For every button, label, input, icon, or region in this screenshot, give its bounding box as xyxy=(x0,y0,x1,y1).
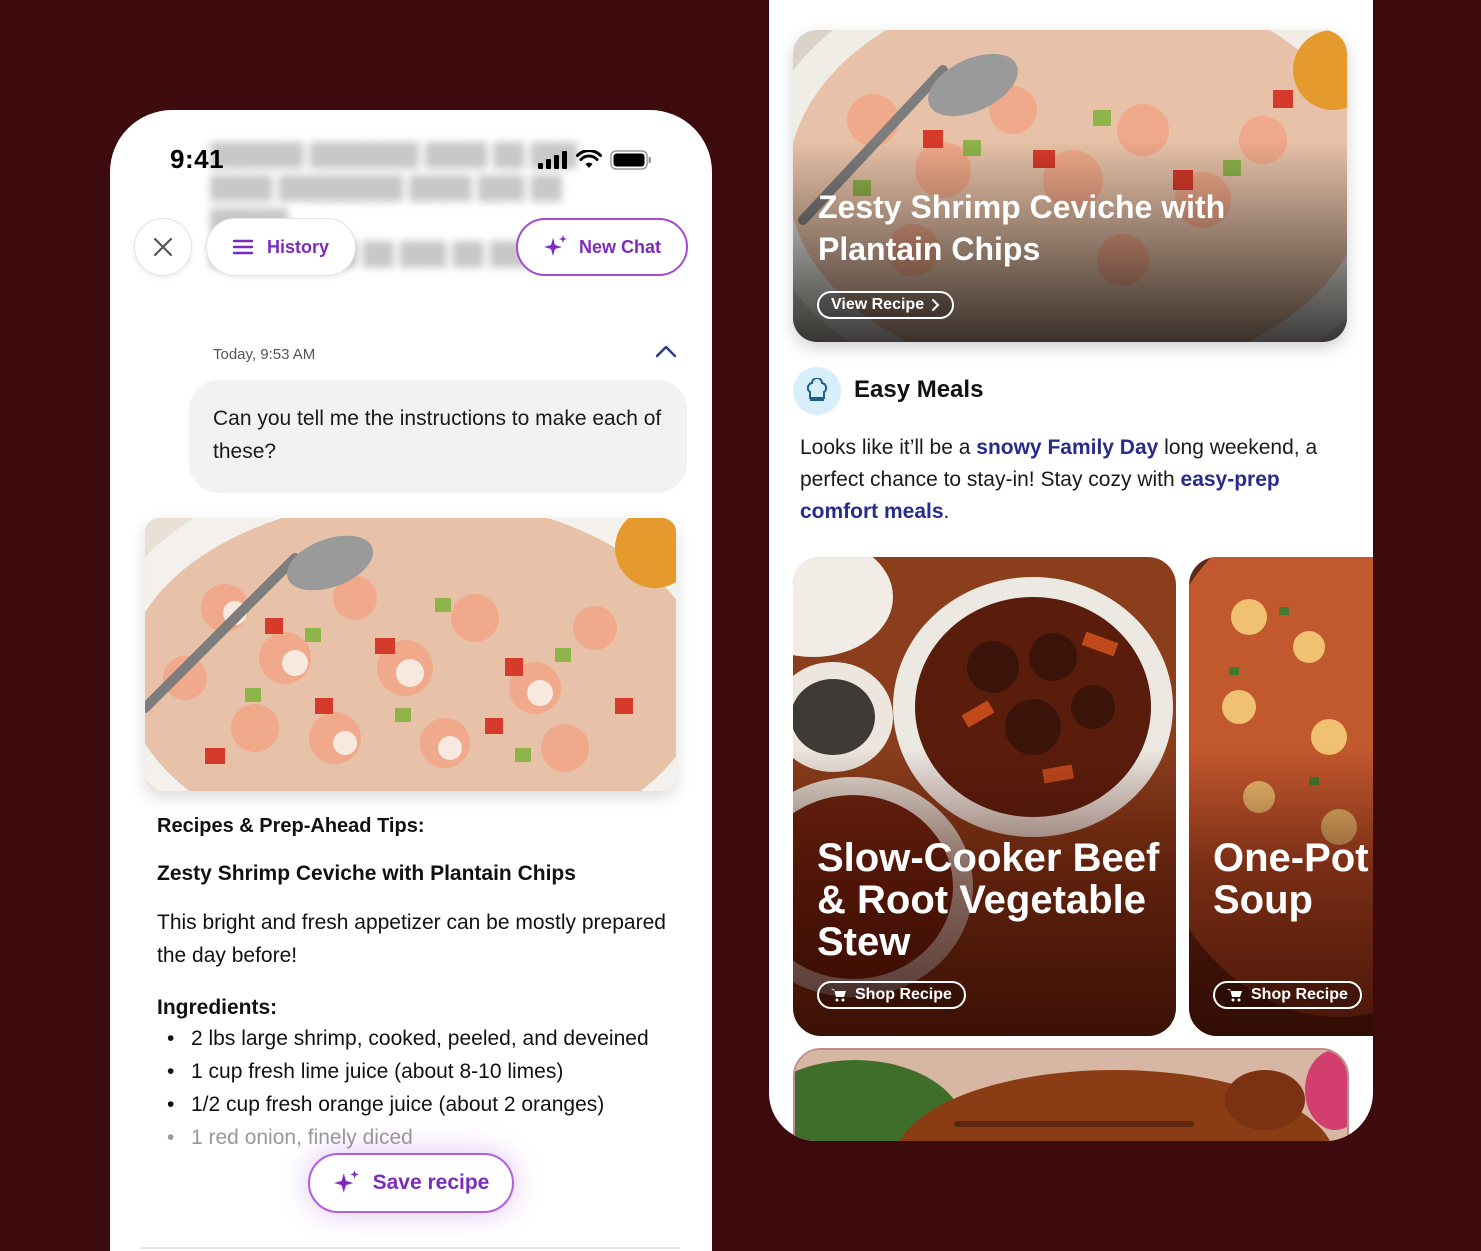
ingredients-heading: Ingredients: xyxy=(157,996,278,1019)
save-recipe-button[interactable]: Save recipe xyxy=(308,1153,514,1213)
cellular-signal-icon xyxy=(538,151,567,169)
reply-heading: Recipes & Prep-Ahead Tips: xyxy=(157,815,425,837)
blurb-text: Looks like it’ll be a xyxy=(800,436,977,459)
blurb-link-family-day[interactable]: snowy Family Day xyxy=(976,436,1158,459)
chevron-right-icon xyxy=(932,299,940,311)
shop-recipe-label: Shop Recipe xyxy=(855,986,952,1003)
recipe-card-title: Slow-Cooker Beef & Root Vegetable Stew xyxy=(817,836,1160,964)
chevron-up-icon[interactable] xyxy=(655,344,677,358)
view-recipe-label: View Recipe xyxy=(831,296,925,313)
recipe-description: This bright and fresh appetizer can be m… xyxy=(157,911,666,967)
recipe-card-tomato-soup[interactable]: One-Pot Tomato T Soup Shop Recipe xyxy=(1189,557,1373,1036)
chat-phone-screen: ██████ ███████ ████ ██ ███ ████ ████████ … xyxy=(110,110,712,1251)
menu-icon xyxy=(232,239,253,255)
status-time: 9:41 xyxy=(170,144,225,174)
new-chat-label: New Chat xyxy=(578,236,661,257)
blurb-text: . xyxy=(943,500,950,523)
ingredient-item: 2 lbs large shrimp, cooked, peeled, and … xyxy=(157,1022,677,1055)
recipe-card-beef-stew[interactable]: Slow-Cooker Beef & Root Vegetable Stew S… xyxy=(793,557,1176,1036)
wifi-icon xyxy=(576,150,602,168)
section-title: Easy Meals xyxy=(854,376,984,403)
featured-recipe-card[interactable]: Zesty Shrimp Ceviche with Plantain Chips… xyxy=(793,30,1347,342)
battery-icon xyxy=(610,150,651,170)
close-icon xyxy=(153,237,173,257)
shopping-cart-icon xyxy=(831,989,846,1002)
status-icons xyxy=(538,150,652,170)
shrimp-ceviche-photo xyxy=(145,518,676,791)
divider xyxy=(140,1247,680,1249)
ingredient-item: 1/2 cup fresh orange juice (about 2 oran… xyxy=(157,1088,677,1121)
shopping-cart-icon xyxy=(1227,989,1242,1002)
recipe-title: Zesty Shrimp Ceviche with Plantain Chips xyxy=(157,862,576,885)
ingredient-item: 1 red onion, finely diced xyxy=(157,1121,677,1154)
chef-hat-icon xyxy=(793,367,841,415)
recipe-card-title: One-Pot Tomato T Soup xyxy=(1213,836,1373,922)
shop-recipe-button[interactable]: Shop Recipe xyxy=(817,981,966,1009)
roast-chicken-photo xyxy=(795,1050,1347,1141)
sparkle-icon xyxy=(543,235,567,256)
ingredient-item: 1 cup fresh lime juice (about 8-10 limes… xyxy=(157,1055,677,1088)
home-indicator[interactable] xyxy=(954,1121,1194,1127)
sparkle-icon xyxy=(333,1170,359,1193)
view-recipe-button[interactable]: View Recipe xyxy=(817,291,955,319)
status-bar: 9:41 xyxy=(110,140,712,180)
recipes-phone-screen: Zesty Shrimp Ceviche with Plantain Chips… xyxy=(769,0,1373,1141)
user-message-text: Can you tell me the instructions to make… xyxy=(213,407,662,463)
close-button[interactable] xyxy=(134,218,192,276)
new-chat-button[interactable]: New Chat xyxy=(516,218,688,276)
user-message-bubble: Can you tell me the instructions to make… xyxy=(189,380,687,493)
recipe-card-roast-chicken[interactable] xyxy=(793,1048,1349,1141)
image-gradient xyxy=(1189,557,1373,1036)
section-blurb: Looks like it’ll be a snowy Family Day l… xyxy=(800,432,1340,528)
shrimp-ceviche-image xyxy=(145,518,676,791)
assistant-reply: Recipes & Prep-Ahead Tips: Zesty Shrimp … xyxy=(157,815,677,1154)
chat-top-bar: History New Chat xyxy=(110,215,712,295)
save-recipe-label: Save recipe xyxy=(372,1171,490,1194)
message-timestamp: Today, 9:53 AM xyxy=(213,346,316,363)
ingredients-list: 2 lbs large shrimp, cooked, peeled, and … xyxy=(157,1022,677,1154)
shop-recipe-label: Shop Recipe xyxy=(1251,986,1348,1003)
image-gradient xyxy=(793,557,1176,1036)
featured-recipe-title: Zesty Shrimp Ceviche with Plantain Chips xyxy=(818,189,1226,267)
history-button[interactable]: History xyxy=(206,218,356,276)
history-label: History xyxy=(266,236,329,257)
shop-recipe-button[interactable]: Shop Recipe xyxy=(1213,981,1362,1009)
